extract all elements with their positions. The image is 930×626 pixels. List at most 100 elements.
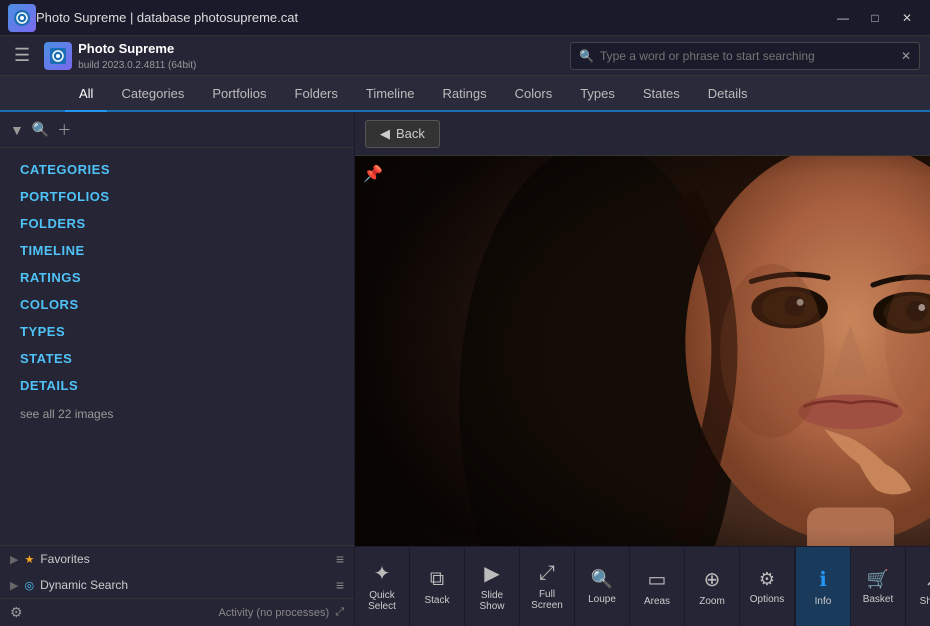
tab-timeline[interactable]: Timeline bbox=[352, 76, 429, 112]
sidebar-item-details[interactable]: DETAILS bbox=[0, 372, 354, 399]
quick-select-icon: ✦ bbox=[374, 561, 391, 586]
stack-icon: ⧉ bbox=[430, 568, 444, 591]
search-icon: 🔍 bbox=[579, 49, 594, 63]
dynamic-search-arrow-icon: ▶ bbox=[10, 579, 18, 592]
info-icon: ℹ bbox=[819, 567, 827, 592]
search-clear-icon[interactable]: ✕ bbox=[901, 49, 911, 63]
sidebar-item-states[interactable]: STATES bbox=[0, 345, 354, 372]
stack-label: Stack bbox=[424, 595, 449, 606]
tool-loupe[interactable]: 🔍 Loupe bbox=[575, 547, 630, 626]
search-input[interactable] bbox=[600, 49, 901, 63]
app-build: build 2023.0.2.4811 (64bit) bbox=[78, 60, 196, 71]
quick-select-label: Quick Select bbox=[357, 590, 407, 612]
tab-states[interactable]: States bbox=[629, 76, 694, 112]
slideshow-icon: ▶ bbox=[484, 561, 499, 586]
tool-areas[interactable]: ▭ Areas bbox=[630, 547, 685, 626]
filter-icon[interactable]: ▼ bbox=[10, 122, 24, 138]
tool-zoom[interactable]: ⊕ Zoom bbox=[685, 547, 740, 626]
zoom-label: Zoom bbox=[699, 596, 725, 607]
slideshow-label: Slide Show bbox=[467, 590, 517, 612]
sidebar-settings-bar: ⚙ Activity (no processes) ⤢ bbox=[0, 598, 354, 626]
bottom-toolbar: ✦ Quick Select ⧉ Stack ▶ Slide Show ⤢ Fu… bbox=[355, 546, 930, 626]
tool-basket[interactable]: 🛒 Basket bbox=[851, 547, 906, 626]
content-area: ▼ 🔍 ＋ CATEGORIES PORTFOLIOS FOLDERS TIME… bbox=[0, 112, 930, 626]
activity-expand-icon[interactable]: ⤢ bbox=[335, 606, 344, 619]
tool-stack[interactable]: ⧉ Stack bbox=[410, 547, 465, 626]
nav-tabs: All Categories Portfolios Folders Timeli… bbox=[0, 76, 930, 112]
back-button[interactable]: ◀ Back bbox=[365, 120, 440, 148]
dynamic-search-label: Dynamic Search bbox=[40, 578, 330, 592]
see-all-images[interactable]: see all 22 images bbox=[0, 399, 354, 429]
dynamic-search-icon: ◎ bbox=[24, 579, 34, 592]
maximize-button[interactable]: □ bbox=[860, 6, 890, 30]
image-viewer: 📌 bbox=[355, 156, 930, 546]
tab-portfolios[interactable]: Portfolios bbox=[198, 76, 280, 112]
titlebar: Photo Supreme | database photosupreme.ca… bbox=[0, 0, 930, 36]
main-area: ◀ Back 📌 bbox=[355, 112, 930, 626]
favorites-item[interactable]: ▶ ★ Favorites ≡ bbox=[0, 546, 354, 572]
sidebar-search-icon[interactable]: 🔍 bbox=[32, 121, 49, 138]
sidebar-item-timeline[interactable]: TIMELINE bbox=[0, 237, 354, 264]
sidebar-item-folders[interactable]: FOLDERS bbox=[0, 210, 354, 237]
minimize-button[interactable]: — bbox=[828, 6, 858, 30]
sidebar-item-colors[interactable]: COLORS bbox=[0, 291, 354, 318]
pin-icon[interactable]: 📌 bbox=[363, 164, 383, 184]
tab-folders[interactable]: Folders bbox=[281, 76, 352, 112]
favorites-more-icon[interactable]: ≡ bbox=[336, 551, 344, 567]
sidebar-item-categories[interactable]: CATEGORIES bbox=[0, 156, 354, 183]
favorites-arrow-icon: ▶ bbox=[10, 553, 18, 566]
activity-text: Activity (no processes) bbox=[219, 607, 330, 619]
areas-icon: ▭ bbox=[648, 567, 667, 592]
sidebar-item-portfolios[interactable]: PORTFOLIOS bbox=[0, 183, 354, 210]
back-arrow-icon: ◀ bbox=[380, 126, 390, 142]
dynamic-search-item[interactable]: ▶ ◎ Dynamic Search ≡ bbox=[0, 572, 354, 598]
app-logo: Photo Supreme build 2023.0.2.4811 (64bit… bbox=[44, 41, 196, 71]
favorites-star-icon: ★ bbox=[24, 553, 34, 566]
areas-label: Areas bbox=[644, 596, 670, 607]
tool-slideshow[interactable]: ▶ Slide Show bbox=[465, 547, 520, 626]
loupe-icon: 🔍 bbox=[591, 569, 613, 590]
loupe-label: Loupe bbox=[588, 594, 616, 605]
window-controls: — □ ✕ bbox=[828, 6, 922, 30]
back-label: Back bbox=[396, 126, 425, 141]
search-bar: 🔍 ✕ bbox=[570, 42, 920, 70]
dynamic-search-more-icon[interactable]: ≡ bbox=[336, 577, 344, 593]
options-icon: ⚙ bbox=[759, 569, 775, 590]
tool-share[interactable]: ↗ Share bbox=[906, 547, 930, 626]
sidebar: ▼ 🔍 ＋ CATEGORIES PORTFOLIOS FOLDERS TIME… bbox=[0, 112, 355, 626]
basket-label: Basket bbox=[863, 594, 894, 605]
options-label: Options bbox=[750, 594, 784, 605]
tab-ratings[interactable]: Ratings bbox=[429, 76, 501, 112]
app-name: Photo Supreme bbox=[78, 41, 196, 56]
app-icon bbox=[8, 4, 36, 32]
close-button[interactable]: ✕ bbox=[892, 6, 922, 30]
tab-types[interactable]: Types bbox=[566, 76, 629, 112]
tab-categories[interactable]: Categories bbox=[107, 76, 198, 112]
sidebar-item-types[interactable]: TYPES bbox=[0, 318, 354, 345]
tool-quick-select[interactable]: ✦ Quick Select bbox=[355, 547, 410, 626]
hamburger-button[interactable]: ☰ bbox=[10, 41, 34, 70]
sidebar-toolbar: ▼ 🔍 ＋ bbox=[0, 112, 354, 148]
info-label: Info bbox=[815, 596, 832, 607]
tool-fullscreen[interactable]: ⤢ Full Screen bbox=[520, 547, 575, 626]
tab-colors[interactable]: Colors bbox=[501, 76, 567, 112]
sidebar-menu: CATEGORIES PORTFOLIOS FOLDERS TIMELINE R… bbox=[0, 148, 354, 545]
sidebar-add-icon[interactable]: ＋ bbox=[57, 120, 71, 140]
tab-all[interactable]: All bbox=[65, 76, 107, 112]
share-label: Share bbox=[920, 596, 930, 607]
favorites-label: Favorites bbox=[40, 552, 329, 566]
tab-details[interactable]: Details bbox=[694, 76, 762, 112]
window-title: Photo Supreme | database photosupreme.ca… bbox=[36, 10, 828, 25]
basket-icon: 🛒 bbox=[867, 569, 889, 590]
tool-info[interactable]: ℹ Info bbox=[796, 547, 851, 626]
main-toolbar: ☰ Photo Supreme build 2023.0.2.4811 (64b… bbox=[0, 36, 930, 76]
back-bar: ◀ Back bbox=[355, 112, 930, 156]
portrait-image bbox=[355, 156, 930, 546]
sidebar-item-ratings[interactable]: RATINGS bbox=[0, 264, 354, 291]
app-name-block: Photo Supreme build 2023.0.2.4811 (64bit… bbox=[78, 41, 196, 71]
settings-gear-icon[interactable]: ⚙ bbox=[10, 604, 23, 621]
share-icon: ↗ bbox=[925, 567, 930, 592]
tool-options[interactable]: ⚙ Options bbox=[740, 547, 795, 626]
logo-icon bbox=[44, 42, 72, 70]
fullscreen-icon: ⤢ bbox=[539, 562, 555, 585]
